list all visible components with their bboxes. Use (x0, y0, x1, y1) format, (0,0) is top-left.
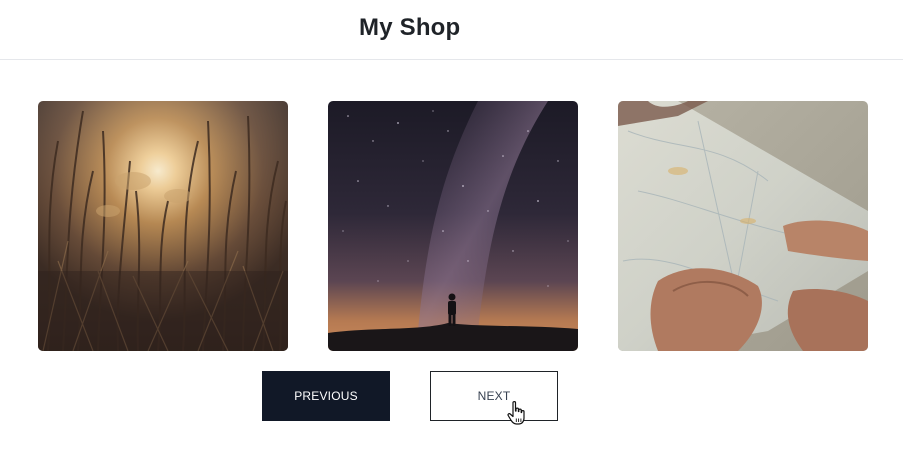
milky-way-silhouette-photo (328, 101, 578, 351)
product-image-map[interactable] (618, 101, 868, 351)
previous-button[interactable]: PREVIOUS (262, 371, 390, 421)
next-button-label: NEXT (477, 389, 511, 403)
product-image-milky-way[interactable] (328, 101, 578, 351)
next-button[interactable]: NEXT (430, 371, 558, 421)
product-gallery: PREVIOUS NEXT (0, 0, 903, 451)
hands-holding-map-photo (618, 101, 868, 351)
product-image-reeds[interactable] (38, 101, 288, 351)
reeds-sunset-photo (38, 101, 288, 351)
previous-button-label: PREVIOUS (294, 389, 358, 403)
